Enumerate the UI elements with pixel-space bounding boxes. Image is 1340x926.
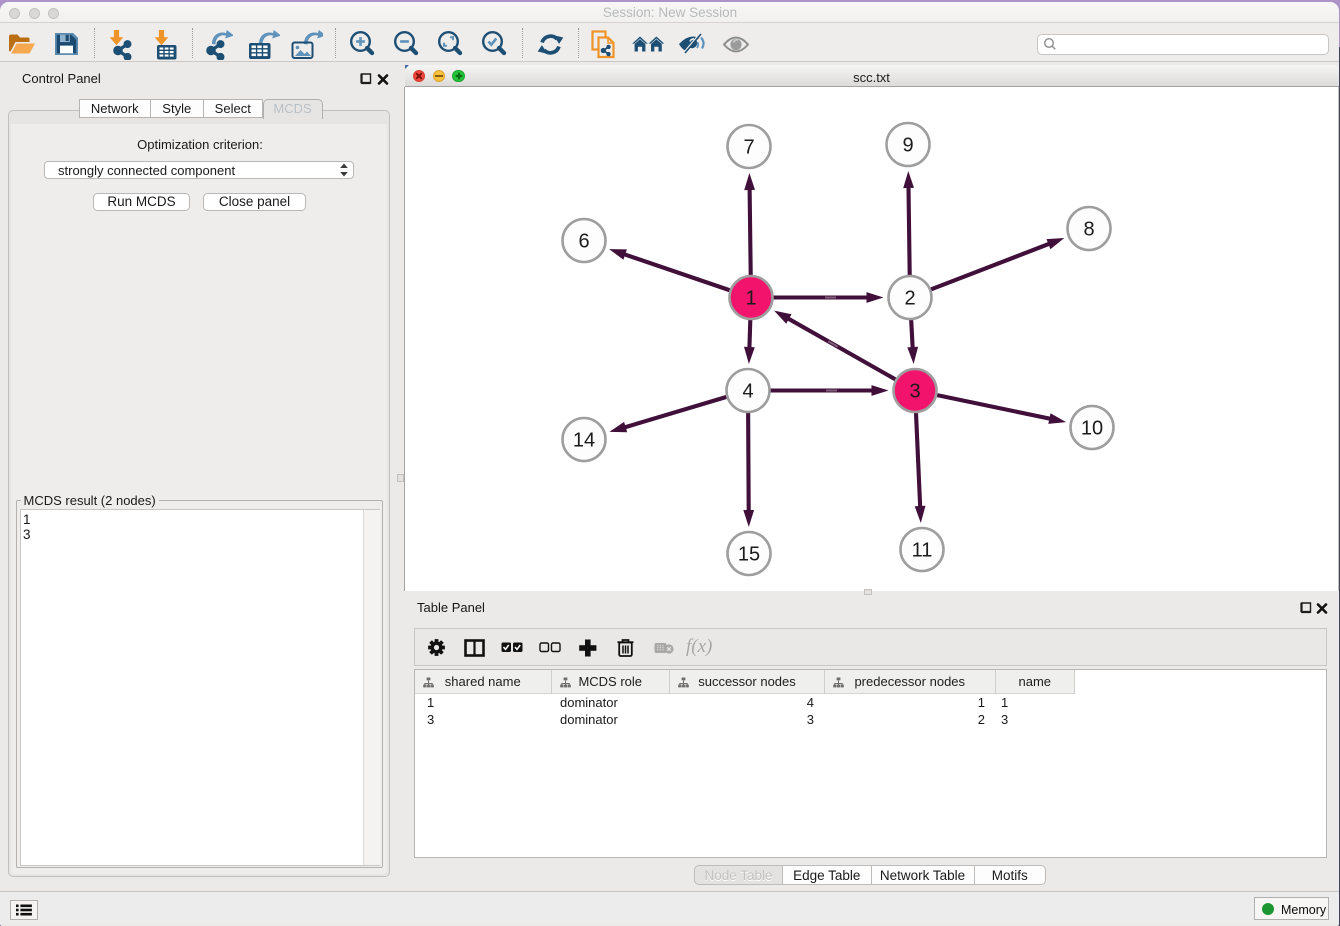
svg-text:3: 3 bbox=[909, 380, 920, 402]
svg-text:8: 8 bbox=[1083, 218, 1094, 240]
svg-text:1: 1 bbox=[745, 287, 756, 309]
svg-text:15: 15 bbox=[738, 543, 760, 565]
svg-text:7: 7 bbox=[743, 136, 754, 158]
svg-text:6: 6 bbox=[578, 230, 589, 252]
svg-text:9: 9 bbox=[902, 134, 913, 156]
svg-text:14: 14 bbox=[573, 429, 595, 451]
svg-text:2: 2 bbox=[904, 287, 915, 309]
svg-text:10: 10 bbox=[1081, 417, 1103, 439]
svg-text:4: 4 bbox=[742, 380, 753, 402]
svg-text:11: 11 bbox=[912, 539, 933, 561]
